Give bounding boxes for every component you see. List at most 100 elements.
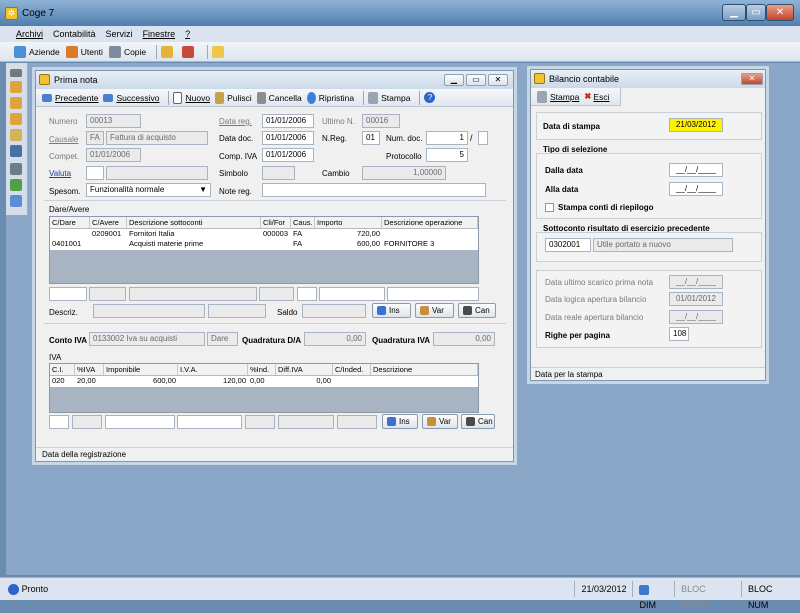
num-doc-field[interactable]: 1 xyxy=(426,131,468,145)
copie-button[interactable]: Copie xyxy=(108,45,146,58)
data-reg-label[interactable]: Data reg. xyxy=(219,117,252,126)
dalla-data-field[interactable]: __/__/____ xyxy=(669,163,723,177)
edit-c-inded[interactable] xyxy=(337,415,377,429)
table-row[interactable]: 0209001 Fornitori Italia 000003 FA 720,0… xyxy=(50,229,478,239)
spreadsheet-icon[interactable] xyxy=(10,179,22,191)
alla-data-field[interactable]: __/__/____ xyxy=(669,182,723,196)
coin-icon[interactable] xyxy=(10,81,22,93)
column-header[interactable]: Imponibile xyxy=(104,364,178,375)
precedente-button[interactable]: Precedente xyxy=(42,93,98,103)
column-header[interactable]: %IVA xyxy=(75,364,104,375)
aziende-button[interactable]: Aziende xyxy=(14,45,60,58)
maximize-button[interactable]: ▭ xyxy=(746,4,766,21)
esci-button[interactable]: ✖ Esci xyxy=(584,91,609,102)
n-reg-field[interactable]: 01 xyxy=(362,131,380,145)
ripristina-button[interactable]: Ripristina xyxy=(306,91,354,104)
archive-icon[interactable] xyxy=(10,113,22,125)
edit-imponibile[interactable] xyxy=(105,415,175,429)
data-reg-field[interactable]: 01/01/2006 xyxy=(262,114,314,128)
maximize-button[interactable]: ▭ xyxy=(466,74,486,86)
menu-archivi[interactable]: Archivi xyxy=(16,29,43,39)
edit-perc-iva[interactable] xyxy=(72,415,102,429)
open-button[interactable] xyxy=(161,45,176,58)
can-button[interactable]: Can xyxy=(458,303,496,318)
folder-icon[interactable] xyxy=(10,129,22,141)
data-stampa-field[interactable]: 21/03/2012 xyxy=(669,118,723,132)
iva-can-button[interactable]: Can xyxy=(461,414,495,429)
iva-var-button[interactable]: Var xyxy=(422,414,458,429)
search-icon[interactable] xyxy=(10,195,22,207)
edit-importo[interactable] xyxy=(319,287,385,301)
compet-field[interactable]: 01/01/2006 xyxy=(86,148,141,162)
column-header[interactable]: Descrizione operazione xyxy=(382,217,478,228)
column-header[interactable]: C/Inded. xyxy=(333,364,371,375)
edit-diff-iva[interactable] xyxy=(278,415,334,429)
stampa-riepilogo-checkbox[interactable] xyxy=(545,203,554,212)
edit-c-dare[interactable] xyxy=(49,287,87,301)
table-icon[interactable] xyxy=(10,163,22,175)
column-header[interactable]: %Ind. xyxy=(248,364,276,375)
causale-desc-field[interactable]: Fattura di acquisto xyxy=(106,131,208,145)
successivo-button[interactable]: Successivo xyxy=(103,93,159,103)
causale-label[interactable]: Causale xyxy=(49,135,78,144)
column-header[interactable]: Diff.IVA xyxy=(276,364,333,375)
menu-finestre[interactable]: Finestre xyxy=(143,29,176,39)
iva-ins-button[interactable]: Ins xyxy=(382,414,418,429)
column-header[interactable]: Descrizione xyxy=(371,364,478,375)
pulisci-button[interactable]: Pulisci xyxy=(215,91,252,104)
releases-icon[interactable] xyxy=(10,69,22,77)
stampa-button[interactable]: Stampa xyxy=(368,91,410,104)
sottoconto-code-field[interactable]: 0302001 xyxy=(545,238,591,252)
ins-button[interactable]: Ins xyxy=(372,303,411,318)
numero-field[interactable]: 00013 xyxy=(86,114,141,128)
utenti-button[interactable]: Utenti xyxy=(65,45,103,58)
edit-ci[interactable] xyxy=(49,415,69,429)
help-icon[interactable] xyxy=(8,583,19,595)
dare-avere-grid[interactable]: C/Dare C/Avere Descrizione sottoconti Cl… xyxy=(49,216,479,284)
stampa-button[interactable]: Stampa xyxy=(537,90,579,103)
help-button[interactable]: ? xyxy=(424,92,438,103)
mail-button[interactable] xyxy=(212,45,227,58)
table-row[interactable]: 020 20,00 600,00 120,00 0,00 0,00 xyxy=(50,376,478,386)
edit-caus[interactable] xyxy=(297,287,317,301)
lock-icon[interactable] xyxy=(10,145,22,157)
menu-help[interactable]: ? xyxy=(185,29,190,39)
column-header[interactable]: I.V.A. xyxy=(178,364,248,375)
coin-stack-icon[interactable] xyxy=(10,97,22,109)
minimize-button[interactable]: ▁ xyxy=(722,4,746,21)
column-header[interactable]: Caus. xyxy=(291,217,315,228)
edit-cli-for[interactable] xyxy=(259,287,294,301)
edit-perc-ind[interactable] xyxy=(245,415,275,429)
close-button[interactable]: ✕ xyxy=(741,73,763,85)
column-header[interactable]: Cli/For xyxy=(261,217,291,228)
iva-grid[interactable]: C.I. %IVA Imponibile I.V.A. %Ind. Diff.I… xyxy=(49,363,479,413)
var-button[interactable]: Var xyxy=(415,303,454,318)
menu-servizi[interactable]: Servizi xyxy=(106,29,133,39)
column-header[interactable]: Importo xyxy=(315,217,382,228)
close-button[interactable]: ✕ xyxy=(766,4,794,21)
edit-descrizione-operazione[interactable] xyxy=(387,287,479,301)
num-doc-suffix-field[interactable] xyxy=(478,131,488,145)
valuta-field[interactable] xyxy=(86,166,104,180)
column-header[interactable]: C/Avere xyxy=(90,217,127,228)
data-doc-field[interactable]: 01/01/2006 xyxy=(262,131,314,145)
nuovo-button[interactable]: Nuovo xyxy=(173,91,210,104)
edit-descrizione[interactable] xyxy=(129,287,257,301)
note-reg-field[interactable] xyxy=(262,183,486,197)
edit-iva[interactable] xyxy=(177,415,242,429)
righe-pagina-field[interactable]: 108 xyxy=(669,327,689,341)
spesom-select[interactable]: Funzionalità normale ▼ xyxy=(86,183,211,197)
comp-iva-field[interactable]: 01/01/2006 xyxy=(262,148,314,162)
edit-c-avere[interactable] xyxy=(89,287,126,301)
protocollo-field[interactable]: 5 xyxy=(426,148,468,162)
menu-contabilita[interactable]: Contabilità xyxy=(53,29,96,39)
calendar-button[interactable] xyxy=(182,45,197,58)
table-row[interactable]: 0401001 Acquisti materie prime FA 600,00… xyxy=(50,239,478,249)
column-header[interactable]: Descrizione sottoconti xyxy=(127,217,261,228)
minimize-button[interactable]: ▁ xyxy=(444,74,464,86)
close-button[interactable]: ✕ xyxy=(488,74,508,86)
causale-code-field[interactable]: FA xyxy=(86,131,104,145)
column-header[interactable]: C.I. xyxy=(50,364,75,375)
cancella-button[interactable]: Cancella xyxy=(256,91,302,104)
column-header[interactable]: C/Dare xyxy=(50,217,90,228)
